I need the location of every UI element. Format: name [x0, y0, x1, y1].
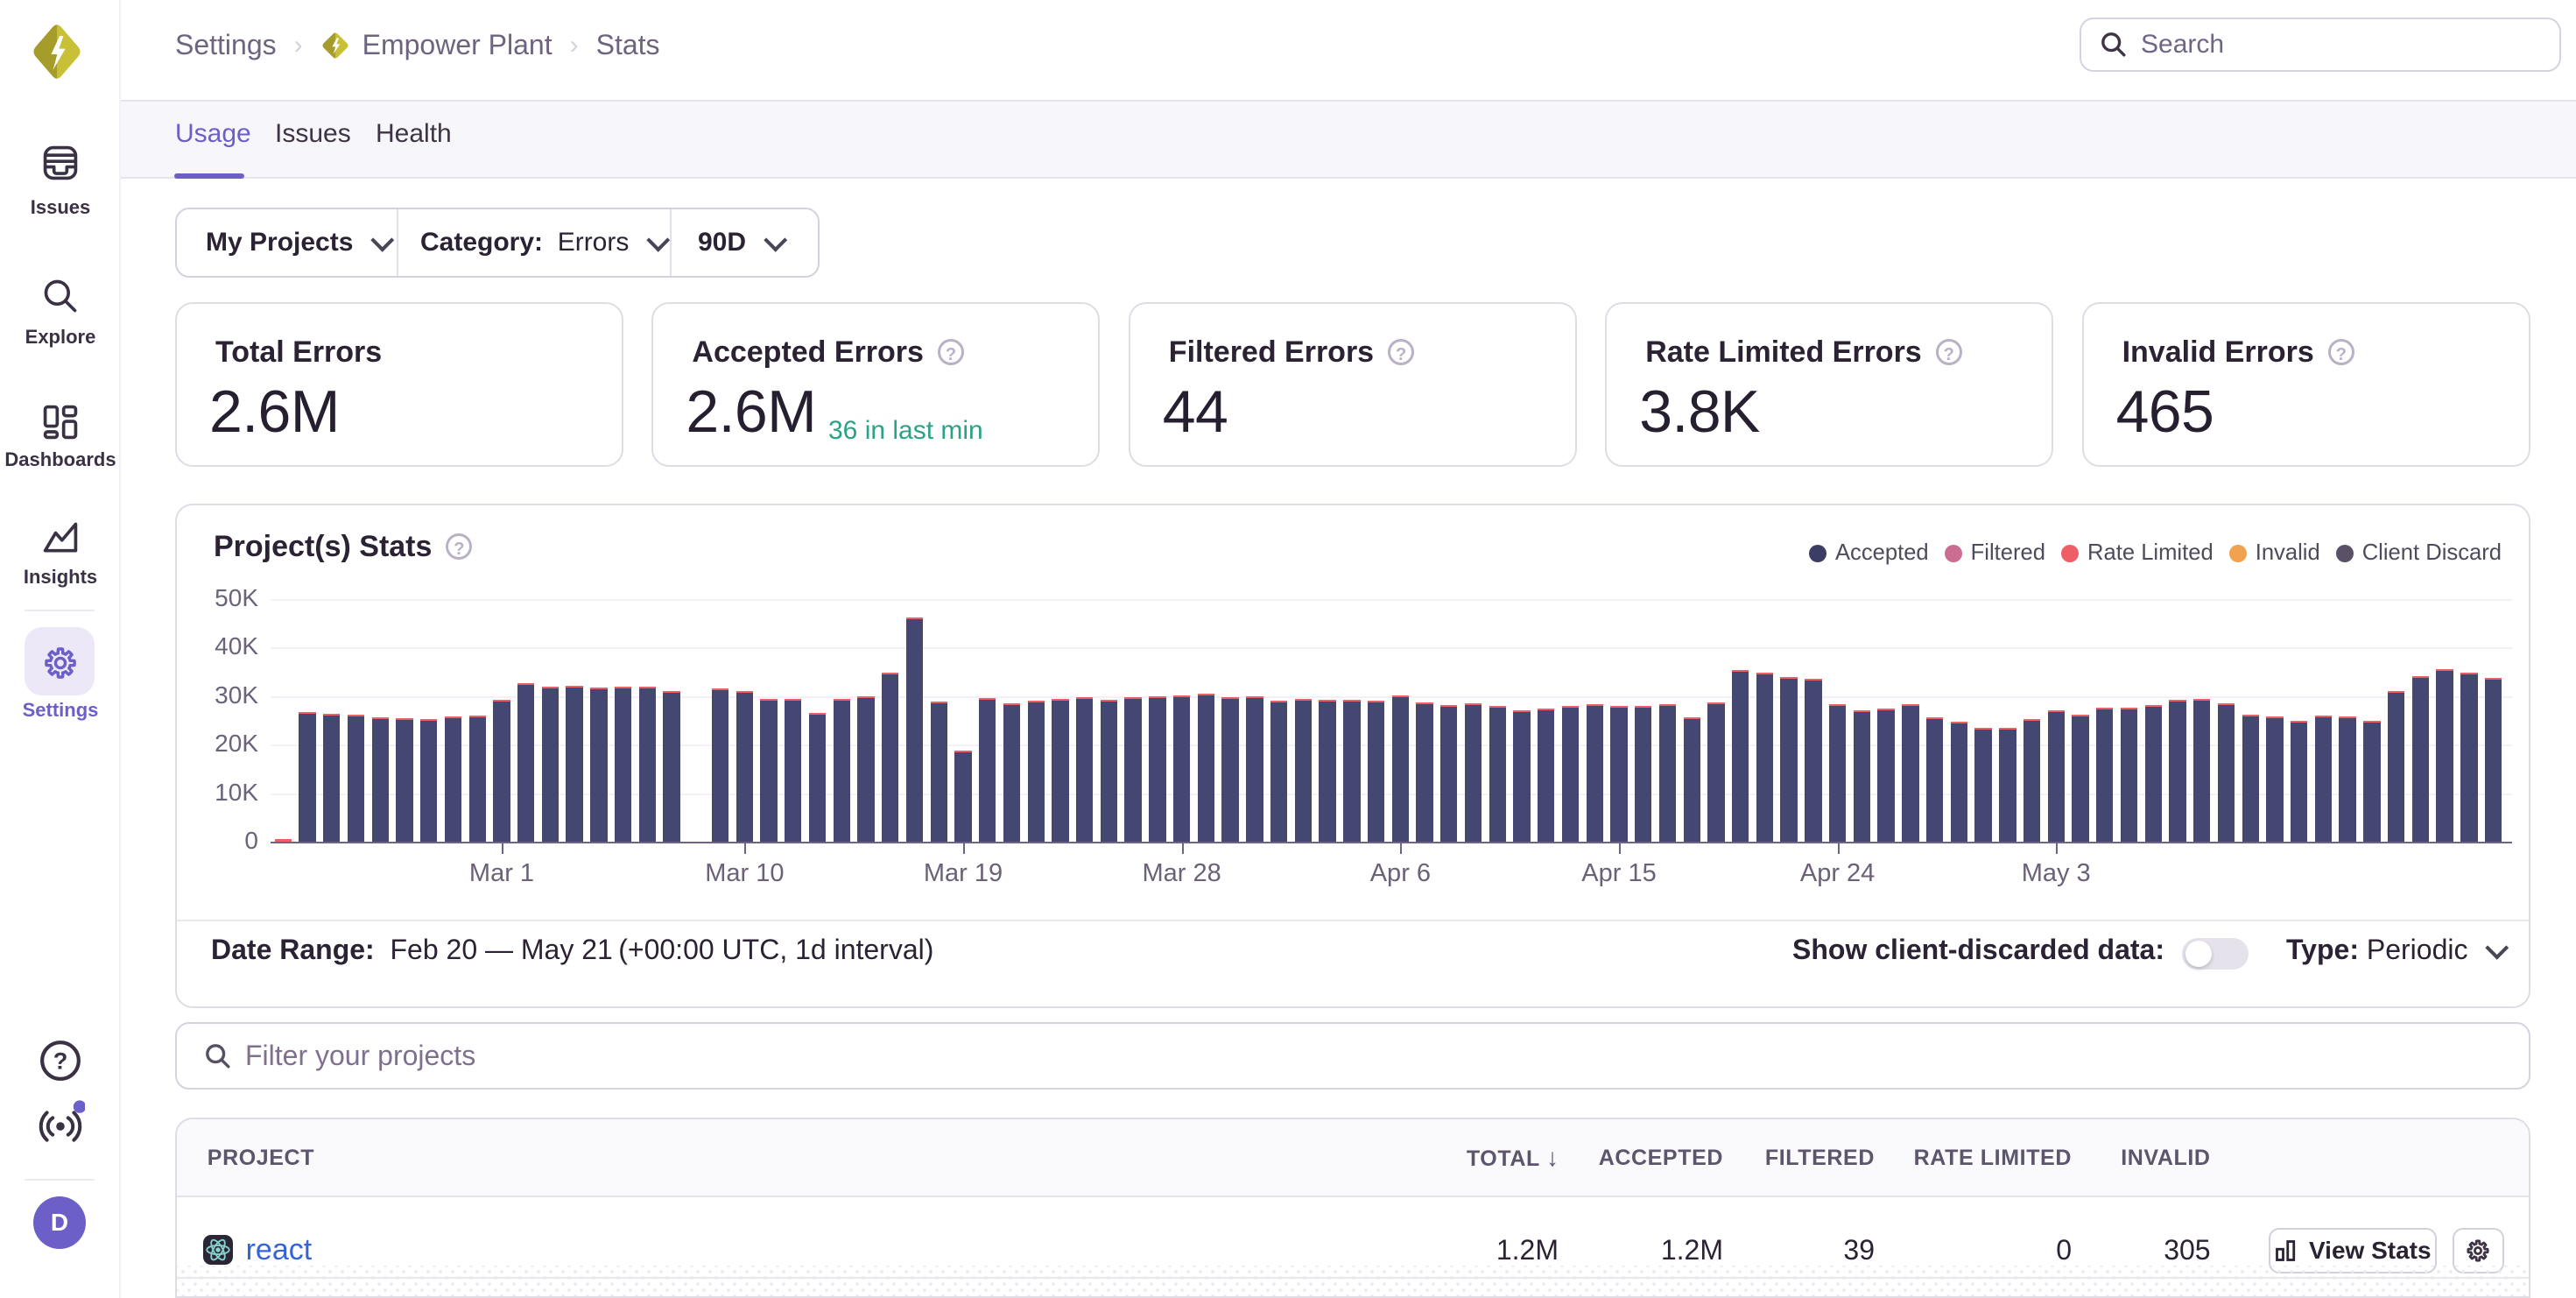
svg-text:?: ?: [53, 1047, 68, 1074]
